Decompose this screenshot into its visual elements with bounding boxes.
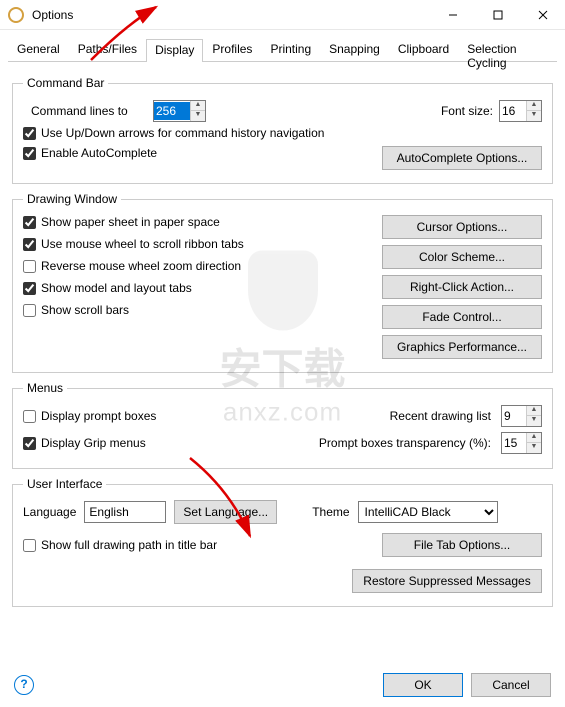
- font-size-input[interactable]: [500, 102, 526, 120]
- ok-button[interactable]: OK: [383, 673, 463, 697]
- tab-profiles[interactable]: Profiles: [203, 38, 261, 61]
- show-model-checkbox[interactable]: Show model and layout tabs: [23, 281, 370, 295]
- minimize-button[interactable]: [430, 0, 475, 30]
- menus-group: Menus Display prompt boxes Recent drawin…: [12, 381, 553, 469]
- color-scheme-button[interactable]: Color Scheme...: [382, 245, 542, 269]
- command-bar-legend: Command Bar: [23, 76, 108, 90]
- transparency-input[interactable]: [502, 434, 526, 452]
- theme-label: Theme: [312, 505, 349, 519]
- maximize-button[interactable]: [475, 0, 520, 30]
- enable-autocomplete-checkbox[interactable]: Enable AutoComplete: [23, 146, 370, 160]
- window-title: Options: [32, 8, 430, 22]
- cancel-button[interactable]: Cancel: [471, 673, 551, 697]
- down-arrow-icon[interactable]: ▼: [527, 416, 541, 426]
- command-bar-group: Command Bar Command lines to ▲▼ Font siz…: [12, 76, 553, 184]
- menus-legend: Menus: [23, 381, 67, 395]
- command-lines-input[interactable]: [154, 102, 190, 120]
- display-grip-checkbox[interactable]: Display Grip menus: [23, 436, 319, 450]
- drawing-window-group: Drawing Window Show paper sheet in paper…: [12, 192, 553, 373]
- tab-general[interactable]: General: [8, 38, 69, 61]
- close-button[interactable]: [520, 0, 565, 30]
- theme-select[interactable]: IntelliCAD Black: [358, 501, 498, 523]
- recent-list-input[interactable]: [502, 407, 526, 425]
- tab-paths-files[interactable]: Paths/Files: [69, 38, 146, 61]
- language-label: Language: [23, 505, 76, 519]
- language-field[interactable]: [84, 501, 166, 523]
- cursor-options-button[interactable]: Cursor Options...: [382, 215, 542, 239]
- down-arrow-icon[interactable]: ▼: [527, 443, 541, 453]
- user-interface-group: User Interface Language Set Language... …: [12, 477, 553, 607]
- show-path-checkbox[interactable]: Show full drawing path in title bar: [23, 538, 382, 552]
- up-arrow-icon[interactable]: ▲: [527, 101, 541, 111]
- help-icon[interactable]: ?: [14, 675, 34, 695]
- use-arrows-checkbox[interactable]: Use Up/Down arrows for command history n…: [23, 126, 542, 140]
- down-arrow-icon[interactable]: ▼: [191, 111, 205, 121]
- tab-display[interactable]: Display: [146, 39, 203, 62]
- display-prompt-checkbox[interactable]: Display prompt boxes: [23, 409, 390, 423]
- down-arrow-icon[interactable]: ▼: [527, 111, 541, 121]
- up-arrow-icon[interactable]: ▲: [527, 406, 541, 416]
- file-tab-options-button[interactable]: File Tab Options...: [382, 533, 542, 557]
- tab-selection-cycling[interactable]: Selection Cycling: [458, 38, 557, 61]
- show-paper-checkbox[interactable]: Show paper sheet in paper space: [23, 215, 370, 229]
- recent-list-label: Recent drawing list: [390, 409, 491, 423]
- font-size-spinner[interactable]: ▲▼: [499, 100, 542, 122]
- fade-control-button[interactable]: Fade Control...: [382, 305, 542, 329]
- user-interface-legend: User Interface: [23, 477, 106, 491]
- set-language-button[interactable]: Set Language...: [174, 500, 277, 524]
- transparency-label: Prompt boxes transparency (%):: [319, 436, 491, 450]
- autocomplete-options-button[interactable]: AutoComplete Options...: [382, 146, 542, 170]
- tab-clipboard[interactable]: Clipboard: [389, 38, 458, 61]
- up-arrow-icon[interactable]: ▲: [191, 101, 205, 111]
- up-arrow-icon[interactable]: ▲: [527, 433, 541, 443]
- reverse-wheel-checkbox[interactable]: Reverse mouse wheel zoom direction: [23, 259, 370, 273]
- tab-printing[interactable]: Printing: [261, 38, 320, 61]
- recent-list-spinner[interactable]: ▲▼: [501, 405, 542, 427]
- drawing-window-legend: Drawing Window: [23, 192, 121, 206]
- use-wheel-checkbox[interactable]: Use mouse wheel to scroll ribbon tabs: [23, 237, 370, 251]
- show-scroll-checkbox[interactable]: Show scroll bars: [23, 303, 370, 317]
- app-icon: [8, 7, 24, 23]
- command-lines-spinner[interactable]: ▲▼: [153, 100, 206, 122]
- tab-snapping[interactable]: Snapping: [320, 38, 389, 61]
- font-size-label: Font size:: [441, 104, 493, 118]
- right-click-action-button[interactable]: Right-Click Action...: [382, 275, 542, 299]
- transparency-spinner[interactable]: ▲▼: [501, 432, 542, 454]
- tab-bar: General Paths/Files Display Profiles Pri…: [8, 38, 557, 62]
- graphics-performance-button[interactable]: Graphics Performance...: [382, 335, 542, 359]
- command-lines-label: Command lines to: [23, 104, 153, 118]
- restore-suppressed-button[interactable]: Restore Suppressed Messages: [352, 569, 542, 593]
